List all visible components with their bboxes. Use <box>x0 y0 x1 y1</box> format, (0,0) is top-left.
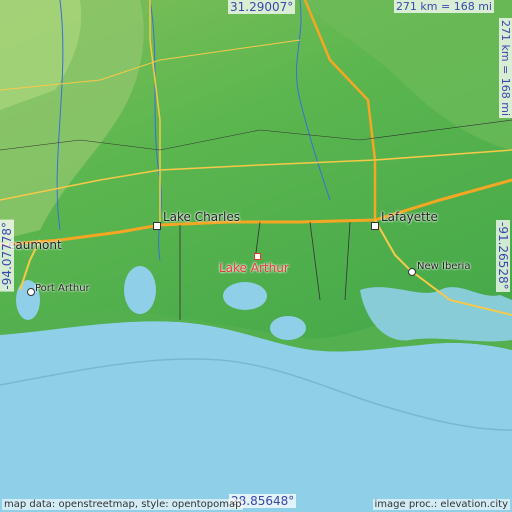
port-arthur-marker[interactable] <box>27 288 35 296</box>
white-lake <box>270 316 306 340</box>
scale-label-right: 271 km = 168 mi <box>499 18 512 119</box>
new-iberia-marker[interactable] <box>408 268 416 276</box>
west-coordinate: -94.07778° <box>0 220 14 292</box>
lafayette-marker[interactable] <box>371 222 379 230</box>
city-label-port-arthur[interactable]: Port Arthur <box>35 283 90 294</box>
scale-label-top: 271 km = 168 mi <box>393 0 494 13</box>
gulf-of-mexico <box>0 321 512 512</box>
north-coordinate: 31.29007° <box>228 0 296 14</box>
city-label-lake-charles[interactable]: Lake Charles <box>163 210 240 224</box>
attribution-map-data[interactable]: map data: openstreetmap, style: opentopo… <box>2 499 244 510</box>
city-label-lafayette[interactable]: Lafayette <box>381 210 438 224</box>
city-label-new-iberia[interactable]: New Iberia <box>417 261 470 272</box>
attribution-image-proc[interactable]: image proc.: elevation.city <box>372 499 510 510</box>
lake-charles-marker[interactable] <box>153 222 161 230</box>
target-location-marker[interactable] <box>254 253 261 260</box>
grand-lake <box>223 282 267 310</box>
city-label-beaumont[interactable]: eaumont <box>8 238 62 252</box>
target-label-lake-arthur[interactable]: Lake Arthur <box>219 261 289 275</box>
topographic-map[interactable]: Lake Charles Lafayette eaumont Port Arth… <box>0 0 512 512</box>
calcasieu-lake <box>124 266 156 314</box>
east-coordinate: -91.26528° <box>496 220 510 292</box>
